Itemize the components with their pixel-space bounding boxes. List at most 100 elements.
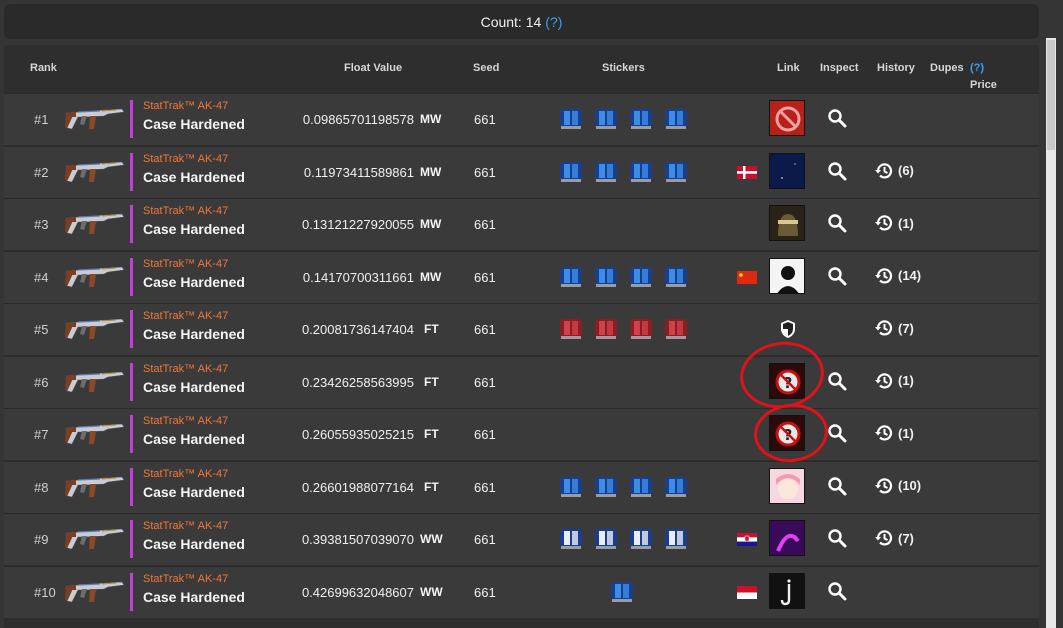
seed-value: 661 <box>474 112 496 127</box>
sticker-icon[interactable] <box>628 316 654 342</box>
sticker-icon[interactable] <box>558 106 584 132</box>
inspect-search-icon[interactable] <box>827 213 847 233</box>
history-icon <box>875 477 893 493</box>
weapon-image <box>64 471 126 503</box>
history-link[interactable]: (7) <box>874 318 914 338</box>
owner-avatar-link[interactable] <box>769 257 805 294</box>
rank-label: #7 <box>34 427 49 442</box>
sticker-icon[interactable] <box>663 159 689 185</box>
skin-name: Case Hardened <box>143 378 245 395</box>
rarity-bar <box>130 415 133 453</box>
sticker-icon[interactable] <box>558 474 584 500</box>
scrollbar-thumb[interactable] <box>1047 40 1055 150</box>
col-inspect: Inspect <box>820 62 859 74</box>
seed-value: 661 <box>474 584 496 600</box>
inspect-search-icon[interactable] <box>827 423 847 443</box>
history-link[interactable]: (7) <box>874 528 914 548</box>
weapon-image <box>64 366 126 398</box>
history-link[interactable]: (1) <box>874 371 914 391</box>
sticker-icon[interactable] <box>593 106 619 132</box>
sticker-icon[interactable] <box>663 474 689 500</box>
history-link[interactable]: (14) <box>874 266 921 286</box>
owner-avatar-link[interactable] <box>769 467 805 504</box>
country-flag-icon <box>737 165 757 179</box>
sticker-icon[interactable] <box>663 264 689 290</box>
sticker-icon[interactable] <box>558 526 584 552</box>
price-help-link[interactable]: (?) <box>970 62 984 74</box>
rarity-bar <box>130 310 133 348</box>
wear-label: MW <box>420 164 442 179</box>
wear-label: FT <box>424 427 439 441</box>
sticker-icon[interactable] <box>628 159 654 185</box>
history-link[interactable]: (1) <box>874 423 914 443</box>
sticker-icon[interactable] <box>628 474 654 500</box>
sticker-icon[interactable] <box>663 106 689 132</box>
history-icon <box>875 162 893 178</box>
owner-avatar-link[interactable]: ? <box>769 362 805 399</box>
table-row: #3 StatTrak™ AK-47 Case Hardened 0.13121227… <box>4 198 1039 250</box>
sticker-icon[interactable] <box>609 579 635 605</box>
col-price[interactable]: Price (?) <box>970 62 997 91</box>
inspect-search-icon[interactable] <box>827 161 847 181</box>
inspect-search-icon[interactable] <box>827 108 847 128</box>
wear-label: MW <box>420 217 442 231</box>
skin-name: Case Hardened <box>143 273 245 290</box>
weapon-image <box>64 208 126 240</box>
count-help-link[interactable]: (?) <box>545 14 562 30</box>
sticker-icon[interactable] <box>593 316 619 342</box>
seed-value: 661 <box>474 164 496 180</box>
sticker-icon[interactable] <box>628 106 654 132</box>
sticker-icon[interactable] <box>558 159 584 185</box>
inspect-search-icon[interactable] <box>827 371 847 391</box>
shield-icon <box>779 319 797 339</box>
col-float[interactable]: Float Value <box>344 62 402 74</box>
seed-value: 661 <box>474 532 496 547</box>
history-icon <box>875 530 893 546</box>
table-row: #1 StatTrak™ AK-47 Case Hardened 0.09865701… <box>4 93 1039 145</box>
history-link[interactable]: (1) <box>874 213 914 233</box>
rarity-bar <box>130 467 133 506</box>
history-count: (7) <box>898 530 914 546</box>
owner-avatar-link[interactable] <box>769 152 805 189</box>
sticker-icon[interactable] <box>628 264 654 290</box>
sticker-icon[interactable] <box>593 264 619 290</box>
rarity-bar <box>130 520 133 558</box>
owner-avatar-link[interactable] <box>769 572 805 609</box>
float-value: 0.26055935025215 <box>301 427 414 442</box>
history-link[interactable]: (6) <box>874 161 914 181</box>
seed-value: 661 <box>474 374 496 390</box>
sticker-icon[interactable] <box>663 316 689 342</box>
inspect-search-icon[interactable] <box>827 581 847 601</box>
sticker-icon[interactable] <box>593 474 619 500</box>
owner-avatar-link[interactable] <box>769 205 805 241</box>
inspect-search-icon[interactable] <box>827 476 847 496</box>
sticker-icon[interactable] <box>628 526 654 552</box>
inspect-search-icon[interactable] <box>827 528 847 548</box>
owner-avatar-link[interactable] <box>769 520 805 556</box>
sticker-icon[interactable] <box>593 526 619 552</box>
skin-name: Case Hardened <box>143 116 245 132</box>
skin-name: Case Hardened <box>143 588 245 605</box>
sticker-icon[interactable] <box>558 316 584 342</box>
col-rank[interactable]: Rank <box>30 62 57 74</box>
inspect-search-icon[interactable] <box>827 266 847 286</box>
sticker-icon[interactable] <box>663 526 689 552</box>
stattrak-label: StatTrak™ AK-47 <box>143 152 229 165</box>
wear-label: MW <box>420 112 442 126</box>
col-stickers: Stickers <box>602 62 645 74</box>
results-table: Rank Float Value Seed Stickers Link Insp… <box>4 45 1039 628</box>
skin-name: Case Hardened <box>143 431 245 447</box>
stattrak-label: StatTrak™ AK-47 <box>143 415 229 427</box>
rarity-bar <box>130 152 133 191</box>
stattrak-label: StatTrak™ AK-47 <box>143 257 229 270</box>
history-link[interactable]: (10) <box>874 476 921 496</box>
weapon-image <box>64 576 126 608</box>
float-value: 0.14170700311661 <box>302 269 414 285</box>
owner-avatar-link[interactable]: ? <box>769 415 805 451</box>
seed-value: 661 <box>474 217 496 232</box>
owner-avatar-link[interactable] <box>769 100 805 136</box>
col-seed[interactable]: Seed <box>473 62 499 74</box>
sticker-icon[interactable] <box>593 159 619 185</box>
sticker-icon[interactable] <box>558 264 584 290</box>
wear-label: MW <box>420 269 442 284</box>
